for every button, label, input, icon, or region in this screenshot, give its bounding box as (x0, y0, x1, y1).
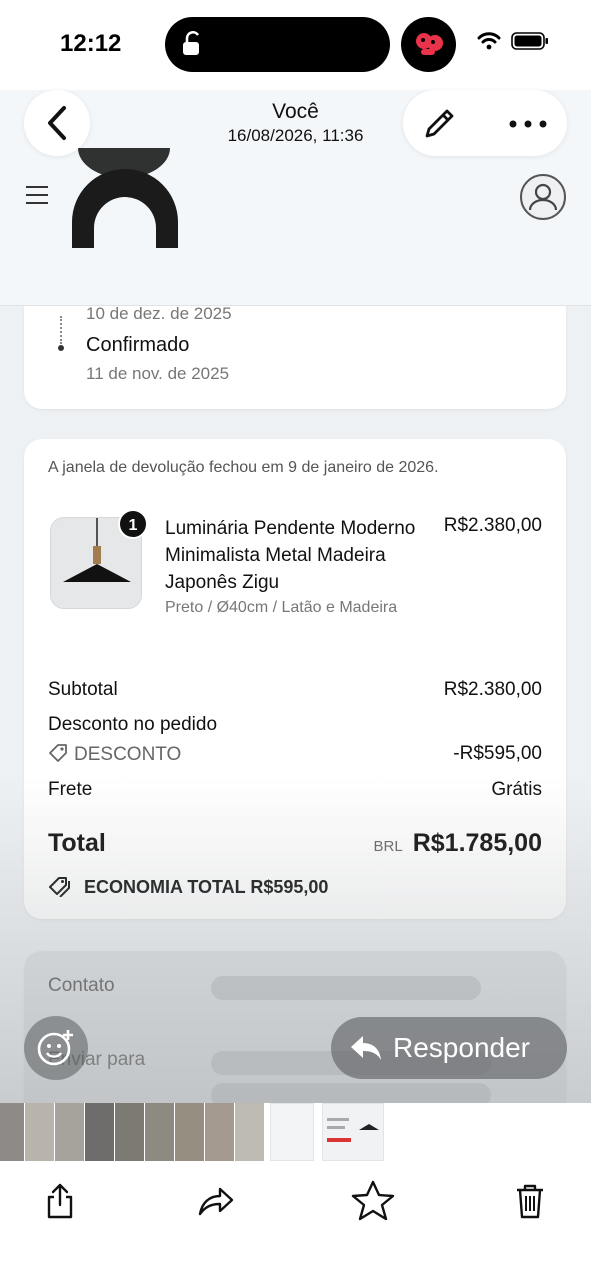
shipping-label: Frete (48, 779, 93, 800)
thumbnail[interactable] (55, 1103, 84, 1161)
total-value: R$1.785,00 (412, 829, 542, 857)
battery-icon (511, 32, 548, 50)
thumbnail[interactable] (322, 1103, 384, 1161)
timeline-date: 11 de nov. de 2025 (86, 364, 230, 383)
reply-icon (351, 1036, 381, 1060)
subtotal-row: Subtotal R$2.380,00 (48, 679, 542, 701)
savings-row: ECONOMIA TOTAL R$595,00 (48, 875, 542, 898)
quantity-badge: 1 (118, 509, 148, 539)
menu-icon[interactable] (26, 186, 48, 210)
discount-value: -R$595,00 (453, 743, 542, 764)
savings-text: ECONOMIA TOTAL R$595,00 (84, 877, 329, 897)
subtotal-value: R$2.380,00 (443, 679, 542, 700)
product-name[interactable]: Luminária Pendente Moderno Minimalista M… (165, 515, 430, 596)
timeline-previous-date: 10 de dez. de 2025 (86, 306, 232, 323)
return-window-note: A janela de devolução fechou em 9 de jan… (48, 459, 439, 476)
thumbnail[interactable] (145, 1103, 174, 1161)
tag-icon (49, 744, 67, 762)
reply-label: Responder (393, 1032, 530, 1063)
discount-code: DESCONTO (74, 744, 182, 765)
message-actions (403, 90, 567, 156)
reaction-button[interactable] (24, 1016, 88, 1080)
shipping-row: Frete Grátis (48, 779, 542, 801)
email-body[interactable]: 10 de dez. de 2025 Confirmado 11 de nov.… (0, 306, 591, 1103)
timeline-dot (58, 345, 64, 351)
tags-icon (49, 877, 70, 897)
redacted-address-line-2 (211, 1083, 491, 1103)
thumbnail[interactable] (115, 1103, 144, 1161)
discount-label: Desconto no pedido (48, 714, 218, 735)
thumbnail[interactable] (235, 1103, 264, 1161)
redacted-contact (211, 976, 481, 1000)
star-button[interactable] (345, 1173, 401, 1229)
delete-button[interactable] (502, 1173, 558, 1229)
total-currency: BRL (373, 838, 403, 855)
thumbnail[interactable] (0, 1103, 24, 1161)
forward-button[interactable] (188, 1173, 244, 1229)
total-label: Total (48, 829, 106, 857)
edit-icon[interactable] (421, 106, 457, 142)
contact-label: Contato (48, 975, 115, 996)
dynamic-island (165, 17, 390, 72)
reply-button[interactable]: Responder (331, 1017, 567, 1079)
app-icon (401, 17, 456, 72)
bottom-toolbar (0, 1161, 591, 1280)
order-summary-card: A janela de devolução fechou em 9 de jan… (24, 439, 566, 919)
discount-code-row: DESCONTO -R$595,00 (48, 743, 542, 766)
timeline-status: Confirmado (86, 334, 190, 356)
forward-icon (198, 1187, 234, 1216)
thumbnail[interactable] (25, 1103, 54, 1161)
timeline-connector (60, 316, 62, 344)
lock-icon (183, 31, 200, 55)
trash-icon (517, 1184, 543, 1219)
thumbnail[interactable] (175, 1103, 204, 1161)
shipping-value: Grátis (491, 779, 542, 800)
emoji-icon (37, 1030, 73, 1066)
more-icon[interactable] (509, 120, 547, 128)
star-icon (351, 1180, 395, 1221)
discount-row: Desconto no pedido (48, 714, 542, 736)
share-icon (47, 1183, 73, 1219)
total-row: Total BRL R$1.785,00 (48, 829, 542, 858)
status-time: 12:12 (60, 30, 122, 57)
thumbnail[interactable] (270, 1103, 314, 1161)
account-icon[interactable] (520, 174, 566, 220)
subtotal-label: Subtotal (48, 679, 118, 700)
thumbnail[interactable] (205, 1103, 234, 1161)
status-bar: 12:12 (0, 0, 591, 90)
product-variant: Preto / Ø40cm / Latão e Madeira (165, 599, 398, 616)
thumbnail[interactable] (85, 1103, 114, 1161)
order-timeline-card: 10 de dez. de 2025 Confirmado 11 de nov.… (24, 306, 566, 409)
attachment-thumbnail-strip[interactable] (0, 1103, 591, 1161)
product-price: R$2.380,00 (443, 515, 542, 536)
wifi-icon (477, 32, 501, 50)
share-button[interactable] (32, 1173, 88, 1229)
message-header: Você 16/08/2026, 11:36 (0, 90, 591, 160)
